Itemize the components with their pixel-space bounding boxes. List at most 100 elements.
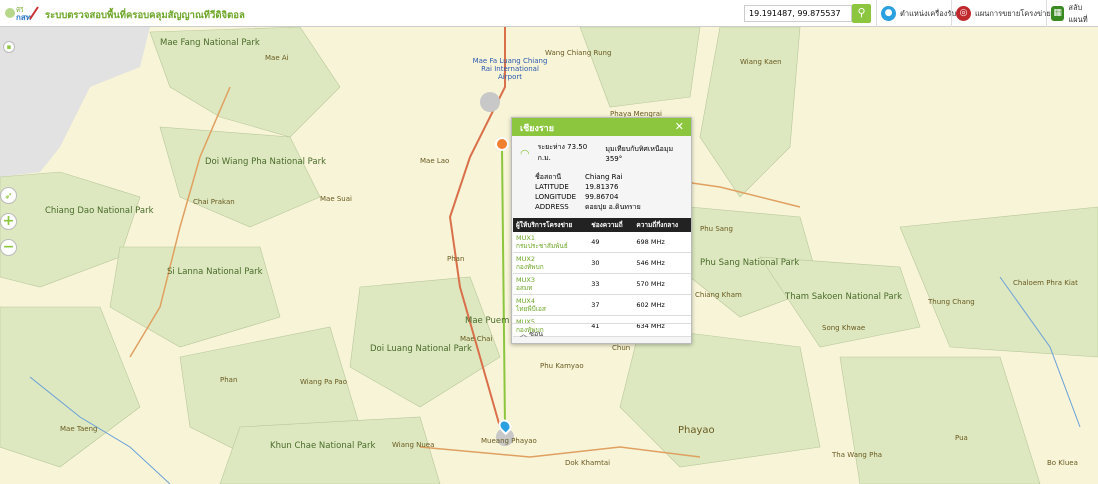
zoom-out-button[interactable]: − bbox=[0, 239, 17, 256]
mux-name: MUX2 bbox=[516, 255, 535, 263]
compass-button[interactable]: ➶ bbox=[0, 187, 17, 204]
field-value: ดอยปุย อ.ดินทราย bbox=[585, 203, 641, 211]
network-plan-label: แผนการขยายโครงข่าย bbox=[975, 8, 1051, 18]
channel: 49 bbox=[588, 232, 634, 253]
location-pin-icon: ● bbox=[881, 6, 896, 21]
station-popup: เชียงราย ✕ ◠ ระยะห่าง 73.50 ก.ม. มุมเทียบกั… bbox=[511, 117, 692, 344]
operator-name: กองทัพบก bbox=[516, 263, 544, 271]
column-header: ช่องความถี่ bbox=[588, 218, 634, 232]
airport-label: Mae Fa Luang Chiang Rai International Ai… bbox=[472, 57, 548, 81]
top-bar: ทีวี กสท ระบบตรวจสอบพื้นที่ครอบคลุมสัญญาณ… bbox=[0, 0, 1098, 27]
channel: 33 bbox=[588, 273, 634, 295]
field-value: 19.81376 bbox=[585, 183, 619, 191]
field-label: ADDRESS bbox=[535, 203, 569, 211]
channel: 30 bbox=[588, 252, 634, 274]
map-switch-label: สลับแผนที่ bbox=[1068, 2, 1088, 24]
frequency: 602 MHz bbox=[633, 294, 691, 316]
popup-title: เชียงราย bbox=[520, 124, 555, 134]
map-label: Bo Kluea bbox=[1047, 459, 1078, 467]
column-header: ผู้ให้บริการโครงข่าย bbox=[513, 218, 589, 232]
map-label: Pua bbox=[955, 434, 968, 442]
mux-table: ผู้ให้บริการโครงข่าย ช่องความถี่ ความถี่กึ… bbox=[513, 218, 691, 337]
wifi-signal-icon: ◠ bbox=[520, 146, 530, 160]
map-label: Phan bbox=[447, 255, 465, 263]
map-label: Mae Fang National Park bbox=[160, 38, 260, 48]
map-label: Phu Kamyao bbox=[540, 362, 584, 370]
station-info: ชื่อสถานี Chiang Rai LATITUDE 19.81376 LON… bbox=[535, 172, 691, 212]
mux-name: MUX4 bbox=[516, 297, 535, 305]
transmitter-marker-icon[interactable] bbox=[495, 137, 509, 151]
column-header: ความถี่กึ่งกลาง bbox=[633, 218, 691, 232]
map-label: Mueang Phayao bbox=[481, 437, 537, 445]
map-label: Phan bbox=[220, 376, 238, 384]
table-row: MUX2 กองทัพบก 30 546 MHz bbox=[513, 252, 691, 274]
map-label: Mae Suai bbox=[320, 195, 352, 203]
map-label: Song Khwae bbox=[822, 324, 866, 332]
distance-row: ◠ ระยะห่าง 73.50 ก.ม. มุมเทียบกับทิศเหนือม… bbox=[512, 136, 691, 164]
app-logo: ทีวีกสท bbox=[5, 6, 39, 22]
network-plan-icon: ◎ bbox=[956, 6, 971, 21]
coordinate-search-input[interactable] bbox=[744, 5, 852, 22]
map-label: Mae Ai bbox=[265, 54, 289, 62]
channel: 37 bbox=[588, 294, 634, 316]
search-button[interactable]: ⚲ bbox=[852, 4, 871, 23]
receiver-location-button[interactable]: ● ตำแหน่งเครื่องรับ bbox=[876, 0, 956, 27]
receiver-location-label: ตำแหน่งเครื่องรับ bbox=[900, 8, 957, 18]
search-icon: ⚲ bbox=[857, 6, 866, 19]
zoom-in-button[interactable]: + bbox=[0, 213, 17, 230]
table-row: MUX4 ไทยพีบีเอส 37 602 MHz bbox=[513, 294, 691, 316]
table-row: MUX3 อสมท 33 570 MHz bbox=[513, 273, 691, 295]
map-label: Mae Taeng bbox=[60, 425, 98, 433]
map-label: Phayao bbox=[678, 425, 715, 436]
operator-name: กรมประชาสัมพันธ์ bbox=[516, 242, 568, 250]
hide-label: ซ่อน bbox=[529, 330, 543, 338]
map-label: Doi Luang National Park bbox=[370, 344, 472, 354]
table-row: MUX1 กรมประชาสัมพันธ์ 49 698 MHz bbox=[513, 232, 691, 253]
map-label: Phu Sang bbox=[700, 225, 733, 233]
map-label: Mae Lao bbox=[420, 157, 450, 165]
map-label: Wiang Nuea bbox=[392, 441, 435, 449]
map-label: Wiang Pa Pao bbox=[300, 378, 348, 386]
field-value: 99.86704 bbox=[585, 193, 619, 201]
map-label: Chiang Kham bbox=[695, 291, 742, 299]
map-label: Doi Wiang Pha National Park bbox=[205, 157, 326, 167]
app-title: ระบบตรวจสอบพื้นที่ครอบคลุมสัญญาณทีวีดิจิ… bbox=[45, 10, 245, 21]
frequency: 570 MHz bbox=[633, 273, 691, 295]
svg-text:กสท: กสท bbox=[16, 13, 31, 22]
popup-header: เชียงราย ✕ bbox=[512, 118, 691, 136]
chevron-up-icon: ︿ bbox=[520, 330, 527, 338]
frequency: 698 MHz bbox=[633, 232, 691, 253]
map-label: Thung Chang bbox=[928, 298, 975, 306]
field-value: Chiang Rai bbox=[585, 173, 623, 181]
hide-popup-button[interactable]: ︿ ซ่อน bbox=[512, 323, 691, 343]
azimuth-text: มุมเทียบกับทิศเหนือมุม 359° bbox=[605, 144, 674, 163]
map-label: Wiang Kaen bbox=[740, 58, 782, 66]
mux-name: MUX1 bbox=[516, 234, 535, 242]
map-label: Phu Sang National Park bbox=[700, 258, 800, 268]
compass-icon: ➶ bbox=[4, 191, 13, 202]
map-label: Khun Chae National Park bbox=[270, 441, 376, 451]
field-label: LONGITUDE bbox=[535, 193, 577, 201]
field-label: LATITUDE bbox=[535, 183, 569, 191]
map-switch-button[interactable]: ▦ สลับแผนที่ bbox=[1046, 0, 1098, 27]
map-label: Wang Chiang Rung bbox=[545, 49, 612, 57]
map-label: Si Lanna National Park bbox=[167, 267, 263, 277]
map-label: Chiang Dao National Park bbox=[45, 206, 154, 216]
map-label: Chai Prakan bbox=[193, 198, 235, 206]
frequency: 546 MHz bbox=[633, 252, 691, 274]
map-label: Chun bbox=[612, 344, 631, 352]
operator-name: อสมท bbox=[516, 284, 533, 292]
layer-toggle-button[interactable]: ▪ bbox=[3, 41, 15, 53]
close-icon[interactable]: ✕ bbox=[675, 120, 684, 133]
map-label: Dok Khamtai bbox=[565, 459, 611, 467]
mux-name: MUX3 bbox=[516, 276, 535, 284]
map-switch-icon: ▦ bbox=[1051, 6, 1065, 21]
map-label: Tha Wang Pha bbox=[832, 451, 883, 459]
map-label: Tham Sakoen National Park bbox=[785, 292, 903, 302]
distance-text: ระยะห่าง 73.50 ก.ม. bbox=[537, 143, 588, 162]
map-label: Mae Chai bbox=[460, 335, 493, 343]
field-label: ชื่อสถานี bbox=[535, 173, 562, 181]
network-plan-button[interactable]: ◎ แผนการขยายโครงข่าย bbox=[951, 0, 1051, 27]
map-label: Chaloem Phra Kiat bbox=[1013, 279, 1078, 287]
operator-name: ไทยพีบีเอส bbox=[516, 305, 546, 313]
